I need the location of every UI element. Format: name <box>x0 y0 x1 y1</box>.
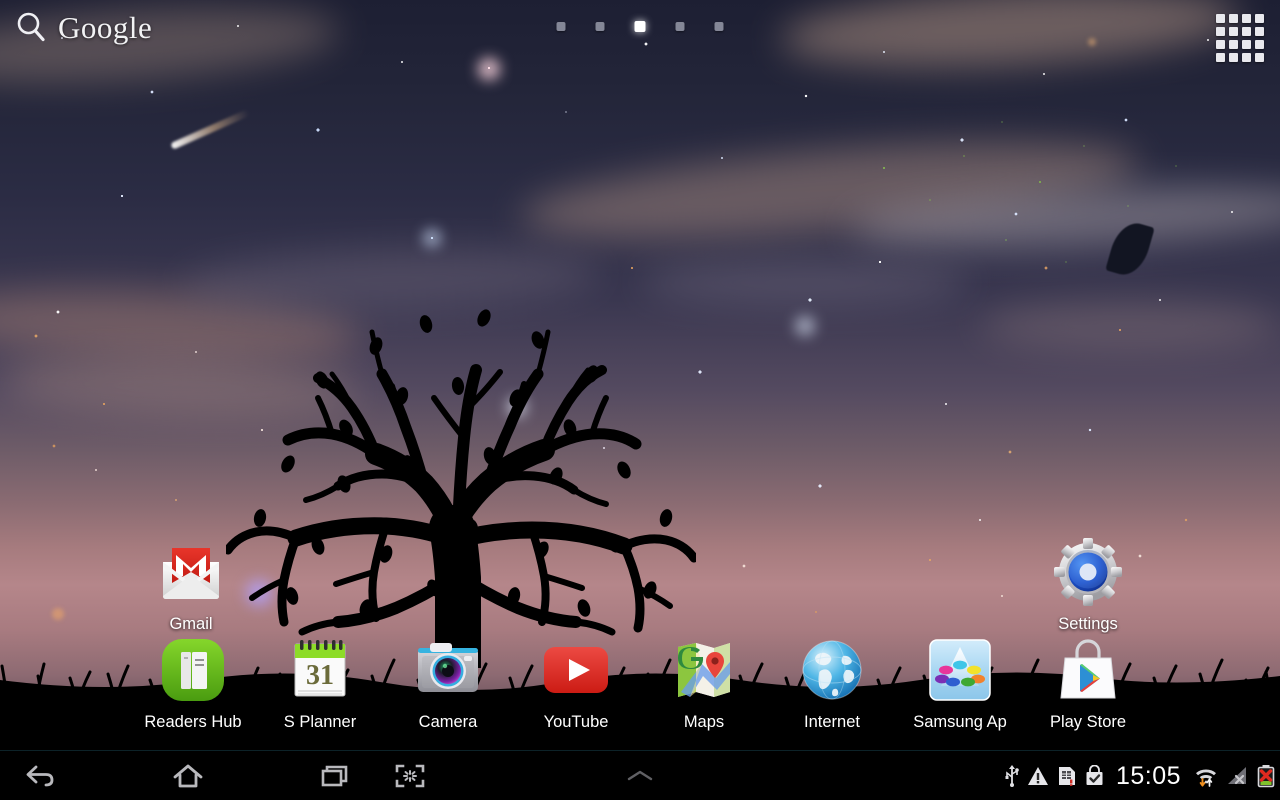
page-dot-5[interactable] <box>714 22 724 31</box>
page-dot-2[interactable] <box>595 22 605 31</box>
dock-item-readers-hub[interactable]: Readers Hub <box>135 634 251 732</box>
samsung-apps-icon <box>924 634 996 706</box>
app-label: Samsung Ap <box>913 713 1007 731</box>
camera-icon <box>412 634 484 706</box>
app-icon-gmail[interactable]: Gmail <box>136 536 246 634</box>
nav-home-button[interactable] <box>152 751 224 800</box>
app-label: Internet <box>804 713 860 731</box>
nav-mini-apps-tray-button[interactable] <box>604 751 676 800</box>
signal-off-icon <box>1228 767 1246 785</box>
youtube-icon <box>540 634 612 706</box>
usb-icon <box>1005 765 1019 787</box>
sim-card-alert-icon <box>1058 767 1075 786</box>
dock-item-youtube[interactable]: YouTube <box>518 634 634 732</box>
status-clock: 15:05 <box>1115 761 1181 790</box>
app-label: Play Store <box>1049 713 1127 731</box>
google-search-widget[interactable]: Google <box>14 10 152 44</box>
glow-orb <box>795 316 815 336</box>
app-label: Maps <box>683 713 725 731</box>
top-bar: Google <box>0 0 1280 62</box>
app-label: Readers Hub <box>144 713 242 731</box>
apps-grid-icon[interactable] <box>1216 14 1264 62</box>
app-label: YouTube <box>543 713 609 731</box>
page-dot-3-active[interactable] <box>634 21 646 32</box>
battery-error-icon <box>1257 765 1275 788</box>
glow-orb <box>424 230 440 246</box>
dock-item-internet[interactable]: Internet <box>774 634 890 732</box>
play-store-icon <box>1052 634 1124 706</box>
dock-item-play-store[interactable]: Play Store <box>1030 634 1146 732</box>
app-label: S Planner <box>283 713 357 731</box>
app-label: Camera <box>418 713 478 731</box>
calendar-date-text: 31 <box>306 660 334 691</box>
google-label: Google <box>58 9 153 45</box>
settings-icon <box>1052 536 1124 608</box>
dock-item-s-planner[interactable]: 31 S Planner <box>262 634 378 732</box>
search-icon <box>17 12 45 42</box>
dock-item-maps[interactable]: Maps <box>646 634 762 732</box>
status-bar[interactable]: 15:05 <box>1004 751 1276 800</box>
warning-triangle-icon <box>1027 767 1048 785</box>
gmail-icon <box>155 536 227 608</box>
home-icon <box>173 764 203 788</box>
page-dot-4[interactable] <box>675 22 685 31</box>
internet-icon <box>796 634 868 706</box>
maps-icon <box>668 634 740 706</box>
shopping-bag-check-icon <box>1086 765 1103 785</box>
nav-screen-capture-button[interactable] <box>374 751 446 800</box>
page-dot-1[interactable] <box>556 22 566 31</box>
app-icon-settings[interactable]: Settings <box>1033 536 1143 634</box>
android-home-screen: Google Gmail Settings Readers Hub 31 S P… <box>0 0 1280 800</box>
app-label: Gmail <box>169 615 213 633</box>
page-indicator <box>556 21 724 32</box>
readers-hub-icon <box>157 634 229 706</box>
navigation-bar: 15:05 <box>0 750 1280 800</box>
dock-item-camera[interactable]: Camera <box>390 634 506 732</box>
chevron-up-icon <box>627 770 653 781</box>
screen-capture-icon <box>395 764 425 788</box>
recent-apps-icon <box>321 765 348 787</box>
s-planner-icon: 31 <box>284 634 356 706</box>
nav-recent-apps-button[interactable] <box>300 751 372 800</box>
nav-back-button[interactable] <box>4 751 76 800</box>
app-label: Settings <box>1058 615 1118 633</box>
glow-orb <box>478 58 500 80</box>
wifi-transfer-icon <box>1196 769 1216 787</box>
dock-item-samsung-apps[interactable]: Samsung Ap <box>902 634 1018 732</box>
back-arrow-icon <box>26 765 54 787</box>
